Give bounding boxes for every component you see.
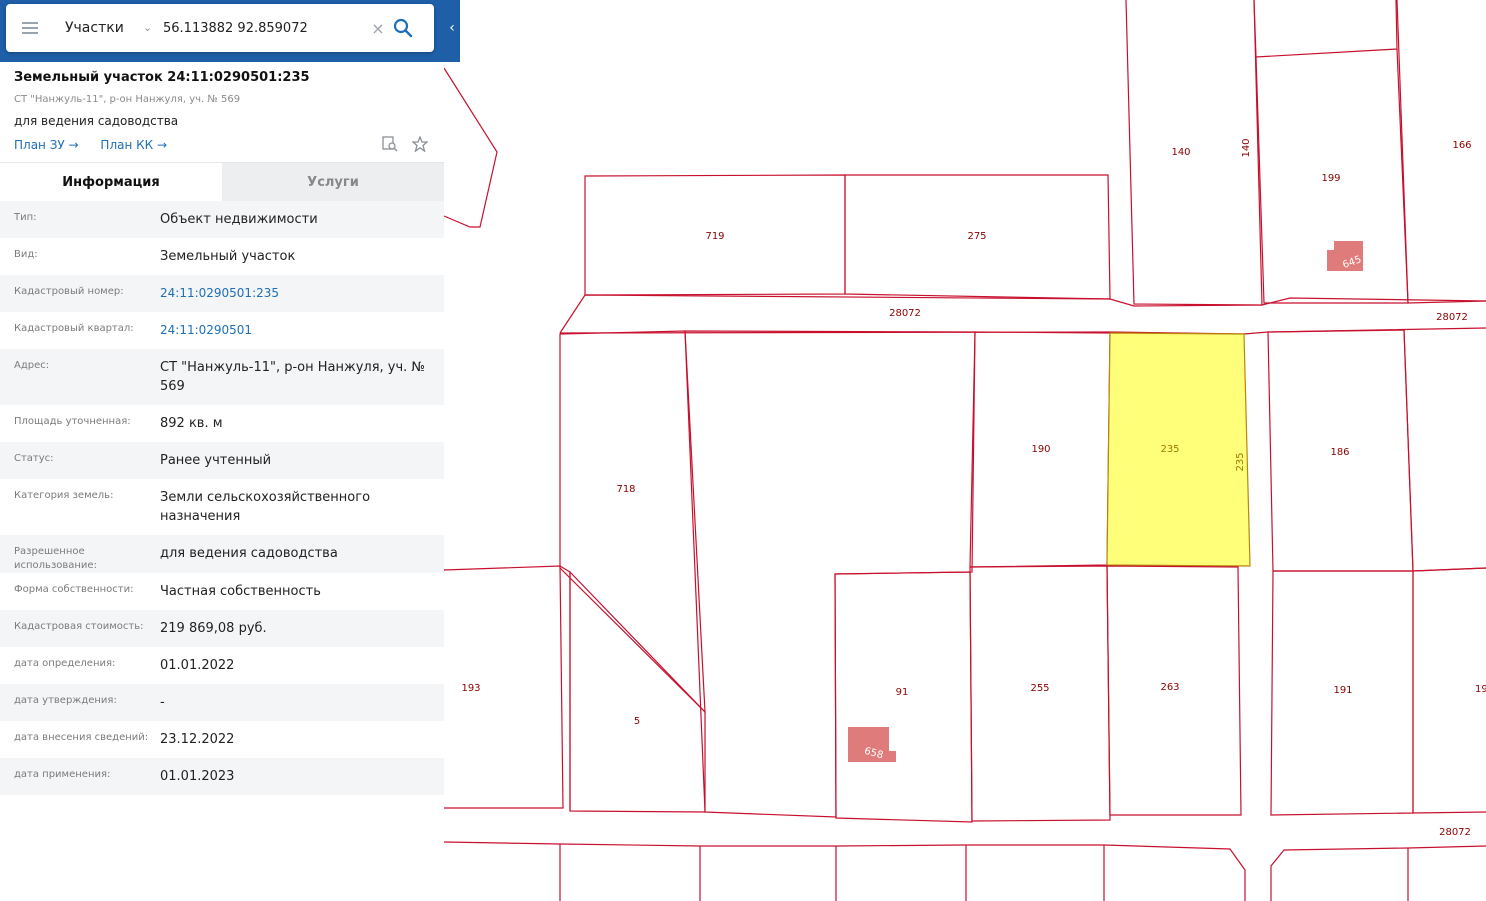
parcel[interactable] (443, 67, 498, 228)
menu-icon[interactable] (22, 22, 38, 34)
info-row: Форма собственности: Частная собственност… (0, 573, 444, 610)
info-key: Форма собственности: (14, 584, 134, 595)
info-key: Тип: (14, 212, 37, 223)
info-key: Кадастровый номер: (14, 286, 124, 297)
chevron-down-icon[interactable]: ⌄ (143, 22, 153, 33)
info-value-link[interactable]: 24:11:0290501:235 (160, 275, 444, 312)
star-icon[interactable] (412, 136, 428, 152)
info-key: дата внесения сведений: (14, 732, 149, 743)
parcel-header: Земельный участок 24:11:0290501:235 СТ "… (0, 62, 444, 162)
info-row: Кадастровый квартал: 24:11:0290501 (0, 312, 444, 349)
parcel-address: СТ "Нанжуль-11", р-он Нанжуля, уч. № 569 (14, 94, 241, 105)
info-row: дата утверждения: - (0, 684, 444, 721)
map-label: 28072 (1436, 312, 1468, 323)
info-value: 219 869,08 руб. (160, 621, 267, 636)
info-row: дата внесения сведений: 23.12.2022 (0, 721, 444, 758)
info-value: 892 кв. м (160, 416, 223, 431)
info-value: 23.12.2022 (160, 732, 235, 747)
info-value: Объект недвижимости (160, 212, 318, 227)
info-row: Вид: Земельный участок (0, 238, 444, 275)
info-key: дата определения: (14, 658, 116, 669)
parcel-use: для ведения садоводства (14, 114, 179, 128)
tab-info[interactable]: Информация (0, 163, 222, 201)
info-value: СТ "Нанжуль-11", р-он Нанжуля, уч. № 569 (160, 360, 425, 394)
info-row: Статус: Ранее учтенный (0, 442, 444, 479)
info-row: Кадастровый номер: 24:11:0290501:235 (0, 275, 444, 312)
parcel[interactable] (1396, 0, 1486, 304)
info-key: дата утверждения: (14, 695, 117, 706)
info-row: Тип: Объект недвижимости (0, 201, 444, 238)
info-value: - (160, 695, 165, 710)
tool-icons (382, 136, 428, 152)
map-label: 140 (1171, 147, 1190, 158)
clear-icon[interactable]: × (371, 19, 385, 38)
info-row: дата применения: 01.01.2023 (0, 758, 444, 795)
search-input[interactable] (163, 20, 363, 36)
map-label: 19 (1475, 684, 1486, 695)
info-row: Разрешенное использование: для ведения са… (0, 535, 444, 573)
info-value: Ранее учтенный (160, 453, 272, 468)
map-label: 719 (705, 231, 724, 242)
info-key: Кадастровая стоимость: (14, 621, 144, 632)
map-label: 199 (1321, 173, 1340, 184)
layer-select[interactable]: Участки (65, 20, 135, 36)
info-key: дата применения: (14, 769, 111, 780)
parcel[interactable] (1412, 567, 1486, 572)
tab-services[interactable]: Услуги (222, 163, 444, 201)
map-label: 235 (1160, 444, 1179, 455)
parcel-title: Земельный участок 24:11:0290501:235 (14, 70, 310, 85)
info-key: Разрешенное использование: (14, 546, 97, 571)
info-value: 01.01.2022 (160, 658, 235, 673)
map-label: 191 (1333, 685, 1352, 696)
map-label: 235 (1235, 452, 1246, 471)
info-value: Земли сельскохозяйственного назначения (160, 490, 371, 524)
plan-links: План ЗУ → План КК → (14, 138, 185, 152)
map-label: 140 (1241, 138, 1252, 157)
info-key: Статус: (14, 453, 54, 464)
map-label: 193 (461, 683, 480, 694)
search-icon[interactable] (393, 18, 413, 38)
info-key: Адрес: (14, 360, 50, 371)
info-row: Адрес: СТ "Нанжуль-11", р-он Нанжуля, уч.… (0, 349, 444, 405)
info-value: 01.01.2023 (160, 769, 235, 784)
info-value-link[interactable]: 24:11:0290501 (160, 312, 444, 349)
info-row: Категория земель: Земли сельскохозяйствен… (0, 479, 444, 535)
map-label: 263 (1160, 682, 1179, 693)
map-label: 28072 (889, 308, 921, 319)
info-value: Частная собственность (160, 584, 321, 599)
map-label: 166 (1452, 140, 1471, 151)
map-label: 91 (896, 687, 909, 698)
info-row: Площадь уточненная: 892 кв. м (0, 405, 444, 442)
info-value: Земельный участок (160, 249, 296, 264)
search-bar: Участки ⌄ × (6, 4, 434, 52)
plan-zu-link[interactable]: План ЗУ → (14, 138, 79, 152)
info-key: Категория земель: (14, 490, 114, 501)
info-panel: Участки ⌄ × ‹ Земельный участок 24:11:02… (0, 0, 460, 901)
parcel[interactable] (1253, 0, 1398, 58)
search-on-map-icon[interactable] (382, 136, 398, 152)
map-label: 190 (1031, 444, 1050, 455)
info-value: для ведения садоводства (160, 546, 338, 561)
map-label: 255 (1030, 683, 1049, 694)
parcel[interactable] (1403, 329, 1486, 572)
parcel[interactable] (1270, 845, 1486, 901)
map-label: 718 (616, 484, 635, 495)
map-label: 186 (1330, 447, 1349, 458)
info-row: Кадастровая стоимость: 219 869,08 руб. (0, 610, 444, 647)
info-key: Кадастровый квартал: (14, 323, 134, 334)
parcel[interactable] (443, 841, 1246, 901)
map-label: 5 (634, 716, 640, 727)
collapse-panel-icon[interactable]: ‹ (444, 14, 460, 42)
info-key: Вид: (14, 249, 38, 260)
map-label: 275 (967, 231, 986, 242)
tabs: Информация Услуги (0, 162, 444, 201)
parcel[interactable] (684, 330, 976, 818)
map-label: 28072 (1439, 827, 1471, 838)
info-table: Тип: Объект недвижимости Вид: Земельный уча… (0, 201, 444, 795)
parcel[interactable] (559, 330, 706, 714)
plan-kk-link[interactable]: План КК → (100, 138, 167, 152)
info-row: дата определения: 01.01.2022 (0, 647, 444, 684)
info-key: Площадь уточненная: (14, 416, 131, 427)
parcel[interactable] (559, 294, 1486, 334)
